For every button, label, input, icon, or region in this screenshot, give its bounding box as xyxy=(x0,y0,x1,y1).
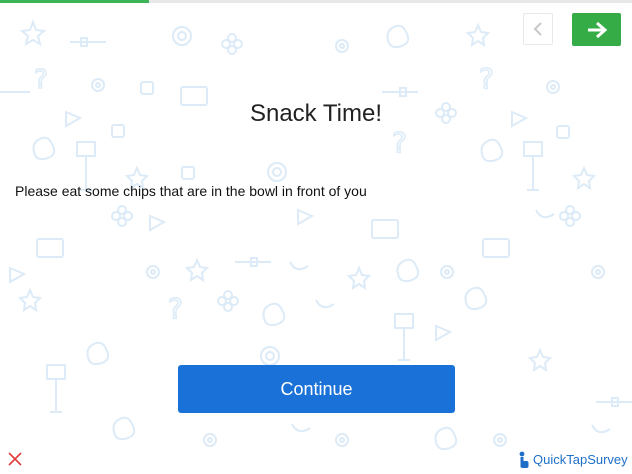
pattern-blob-icon xyxy=(480,138,504,163)
pattern-star-icon xyxy=(17,287,43,313)
pattern-question-icon: ? xyxy=(479,62,494,95)
pattern-blob-icon xyxy=(112,416,136,441)
pattern-screen-icon xyxy=(371,219,399,239)
pattern-target-icon xyxy=(591,265,605,279)
pattern-blob-icon xyxy=(32,136,56,161)
pattern-triangle-icon xyxy=(435,324,453,342)
back-button[interactable] xyxy=(523,13,553,45)
pattern-triangle-icon xyxy=(149,214,167,232)
pattern-sign-icon xyxy=(46,364,66,413)
pattern-target-icon xyxy=(267,162,287,182)
question-text: Please eat some chips that are in the bo… xyxy=(15,183,367,199)
pattern-blob-icon xyxy=(262,302,286,327)
pattern-blob-icon xyxy=(386,24,410,49)
pattern-crescent-icon xyxy=(535,209,555,219)
pattern-crescent-icon xyxy=(591,424,611,434)
pattern-sign-icon xyxy=(394,313,414,361)
chevron-left-icon xyxy=(533,22,542,36)
pattern-star-icon xyxy=(527,347,553,373)
pattern-target-icon xyxy=(91,78,105,92)
pattern-blob-icon xyxy=(396,258,420,283)
pattern-question-icon: ? xyxy=(392,126,407,159)
continue-button[interactable]: Continue xyxy=(178,365,455,413)
pattern-slider-icon xyxy=(382,87,418,97)
pattern-star-icon xyxy=(465,22,491,48)
pattern-screen-icon xyxy=(36,238,64,258)
pattern-crescent-icon xyxy=(291,423,311,433)
progress-bar xyxy=(0,0,632,3)
brand-name: QuickTapSurvey xyxy=(533,452,628,467)
pattern-target-icon xyxy=(546,80,560,94)
pattern-target-icon xyxy=(440,265,454,279)
tap-hand-icon xyxy=(519,451,529,468)
pattern-star-icon xyxy=(184,257,210,283)
pattern-slider-icon xyxy=(596,397,632,407)
pattern-target-icon xyxy=(146,265,160,279)
close-icon[interactable] xyxy=(8,452,22,466)
brand-logo: QuickTapSurvey xyxy=(518,451,628,468)
pattern-target-icon xyxy=(493,433,507,447)
pattern-question-icon: ? xyxy=(168,292,183,325)
pattern-target-icon xyxy=(335,433,349,447)
pattern-flower-icon xyxy=(221,33,243,55)
pattern-blob-icon xyxy=(86,341,110,366)
pattern-slider-icon xyxy=(70,37,106,47)
pattern-target-icon xyxy=(335,39,349,53)
pattern-screen-icon xyxy=(482,238,510,258)
pattern-blob-icon xyxy=(464,286,488,311)
pattern-star-icon xyxy=(346,265,372,291)
pattern-screen-icon xyxy=(140,81,154,95)
pattern-flower-icon xyxy=(559,205,581,227)
pattern-triangle-icon xyxy=(297,208,315,226)
arrow-right-icon xyxy=(587,21,607,38)
pattern-slider-icon xyxy=(235,257,271,267)
pattern-sign-icon xyxy=(523,141,543,191)
pattern-crescent-icon xyxy=(289,261,309,271)
pattern-target-icon xyxy=(172,26,192,46)
pattern-blob-icon xyxy=(434,426,458,451)
pattern-question-icon: ? xyxy=(34,65,48,95)
pattern-flower-icon xyxy=(217,290,239,312)
pattern-target-icon xyxy=(260,346,280,366)
pattern-star-icon xyxy=(19,19,47,47)
pattern-crescent-icon xyxy=(315,299,335,309)
pattern-screen-icon xyxy=(181,166,195,180)
pattern-triangle-icon xyxy=(9,266,27,284)
next-button[interactable] xyxy=(572,13,621,46)
page-title: Snack Time! xyxy=(249,100,383,127)
pattern-star-icon xyxy=(571,165,597,191)
progress-fill xyxy=(0,0,149,3)
pattern-target-icon xyxy=(203,433,217,447)
pattern-flower-icon xyxy=(111,205,133,227)
